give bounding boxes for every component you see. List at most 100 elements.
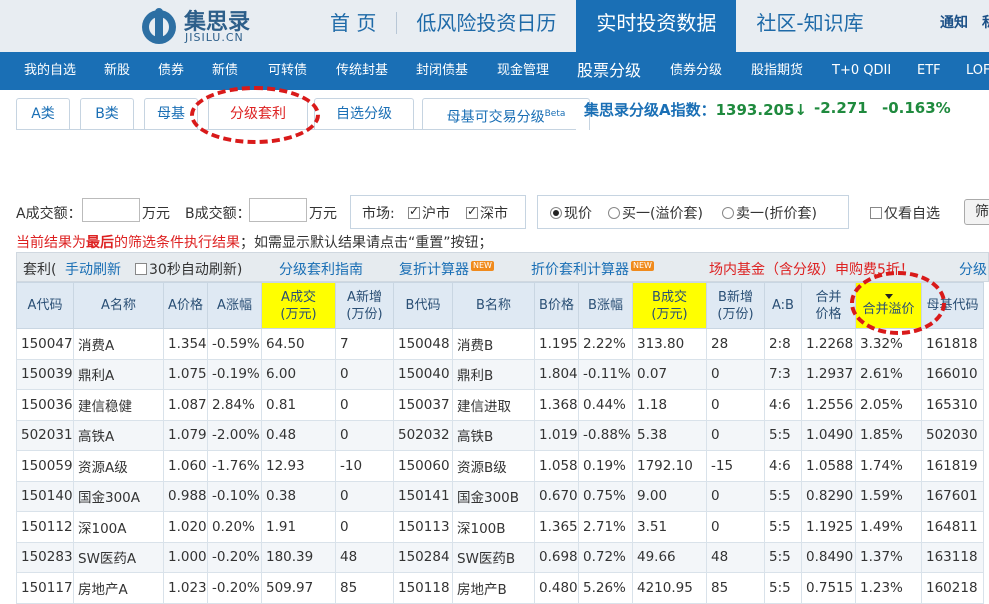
subnav-convertible[interactable]: 可转债 <box>268 52 307 90</box>
subnav-new-bonds[interactable]: 新债 <box>212 52 238 90</box>
subnav-lof[interactable]: LOF <box>966 52 989 90</box>
cell-a-code[interactable]: 150039 <box>16 358 74 390</box>
cell-b-name: SW医药B <box>452 541 535 573</box>
col-a-code[interactable]: A代码 <box>16 282 74 329</box>
cell-mother-code[interactable]: 161818 <box>921 328 984 360</box>
table-row[interactable]: 150039 鼎利A 1.075 -0.19% 6.00 0 150040 鼎利B 1.804-… <box>16 358 984 390</box>
col-a-name[interactable]: A名称 <box>73 282 164 329</box>
cell-mother-code[interactable]: 161819 <box>921 450 984 482</box>
col-a-price[interactable]: A价格 <box>163 282 208 329</box>
notice-bold: 最后 <box>86 235 114 251</box>
a-volume-input[interactable] <box>82 198 140 222</box>
col-ratio[interactable]: A:B <box>764 282 802 329</box>
cell-b-price: 0.480 <box>534 572 579 604</box>
auto-refresh-toggle[interactable]: 30秒自动刷新) <box>135 259 242 279</box>
only-favorites-checkbox[interactable]: 仅看自选 <box>870 203 940 223</box>
col-b-change[interactable]: B涨幅 <box>578 282 633 329</box>
table-row[interactable]: 502031 高铁A 1.079 -2.00% 0.48 0 502032 高铁B 1.019-… <box>16 419 984 451</box>
filter-button[interactable]: 筛 <box>964 199 989 225</box>
nav-home[interactable]: 首 页 <box>310 0 396 52</box>
cell-b-code[interactable]: 150060 <box>393 450 453 482</box>
cell-b-code[interactable]: 150048 <box>393 328 453 360</box>
subnav-favorites[interactable]: 我的自选 <box>24 52 76 90</box>
subnav-closed-fund[interactable]: 传统封基 <box>336 52 388 90</box>
subnav-futures[interactable]: 股指期货 <box>751 52 803 90</box>
cell-a-code[interactable]: 150047 <box>16 328 74 360</box>
price-sell1-radio[interactable]: 卖一(折价套) <box>722 203 817 223</box>
cell-mother-code[interactable]: 165310 <box>921 389 984 421</box>
cell-b-code[interactable]: 502032 <box>393 419 453 451</box>
manual-refresh-link[interactable]: 手动刷新 <box>65 259 121 279</box>
cell-b-code[interactable]: 150040 <box>393 358 453 390</box>
cell-mother-code[interactable]: 166010 <box>921 358 984 390</box>
cell-a-code[interactable]: 150059 <box>16 450 74 482</box>
col-b-volume[interactable]: B成交 (万元) <box>632 282 707 329</box>
col-merged-price[interactable]: 合并 价格 <box>801 282 856 329</box>
table-row[interactable]: 150047 消费A 1.354 -0.59% 64.50 7 150048 消费B 1.195… <box>16 328 984 360</box>
site-logo[interactable]: 集思录 JISILU.CN <box>140 4 270 48</box>
table-row[interactable]: 150112 深100A 1.020 0.20% 1.91 0 150113 深100B 1.3… <box>16 511 984 543</box>
b-volume-input[interactable] <box>249 198 307 222</box>
col-a-new[interactable]: A新增 (万份) <box>335 282 394 329</box>
subnav-cash[interactable]: 现金管理 <box>497 52 549 90</box>
cell-mother-code[interactable]: 163118 <box>921 541 984 573</box>
price-buy1-radio[interactable]: 买一(溢价套) <box>608 203 703 223</box>
nav-community[interactable]: 社区-知识库 <box>736 0 883 52</box>
cell-mother-code[interactable]: 502030 <box>921 419 984 451</box>
col-a-volume[interactable]: A成交 (万元) <box>261 282 336 329</box>
table-body: 150047 消费A 1.354 -0.59% 64.50 7 150048 消费B 1.195… <box>16 328 984 604</box>
cell-a-code[interactable]: 502031 <box>16 419 74 451</box>
market-sz-checkbox[interactable]: 深市 <box>466 203 508 223</box>
tab-tradeable-graded[interactable]: 母基可交易分级Beta <box>422 98 590 130</box>
cell-a-code[interactable]: 150140 <box>16 480 74 512</box>
nav-realtime-data[interactable]: 实时投资数据 <box>576 0 737 52</box>
cell-b-code[interactable]: 150141 <box>393 480 453 512</box>
tab-a-class[interactable]: A类 <box>16 98 70 130</box>
cell-a-code[interactable]: 150117 <box>16 572 74 604</box>
market-sh-checkbox[interactable]: 沪市 <box>408 203 450 223</box>
col-b-new[interactable]: B新增 (万份) <box>706 282 765 329</box>
table-row[interactable]: 150283 SW医药A 1.000 -0.20% 180.39 48 150284 SW医药… <box>16 541 984 573</box>
table-row[interactable]: 150117 房地产A 1.023 -0.20% 509.97 85 150118 房地产B 0… <box>16 572 984 604</box>
cell-b-code[interactable]: 150113 <box>393 511 453 543</box>
cell-b-price: 1.368 <box>534 389 579 421</box>
subnav-bonds[interactable]: 债券 <box>158 52 184 90</box>
cell-a-new: 0 <box>335 511 394 543</box>
arbitrage-calculator-link[interactable]: 折价套利计算器 NEW <box>531 259 654 279</box>
private-message-link[interactable]: 私 <box>982 15 989 31</box>
tab-custom-graded[interactable]: 自选分级 <box>314 98 414 130</box>
cell-b-name: 深100B <box>452 511 535 543</box>
subnav-stock-graded[interactable]: 股票分级 <box>577 52 641 90</box>
cell-a-code[interactable]: 150036 <box>16 389 74 421</box>
cell-mother-code[interactable]: 164811 <box>921 511 984 543</box>
cell-b-code[interactable]: 150118 <box>393 572 453 604</box>
cell-ratio: 2:8 <box>764 328 802 360</box>
cell-mother-code[interactable]: 160218 <box>921 572 984 604</box>
cell-a-code[interactable]: 150283 <box>16 541 74 573</box>
cell-b-code[interactable]: 150037 <box>393 389 453 421</box>
price-now-radio[interactable]: 现价 <box>550 203 592 223</box>
subnav-ipo[interactable]: 新股 <box>104 52 130 90</box>
col-a-change[interactable]: A涨幅 <box>207 282 262 329</box>
notification-link[interactable]: 通知 <box>940 15 968 31</box>
subnav-qdii[interactable]: T+0 QDII <box>832 52 891 90</box>
table-row[interactable]: 150059 资源A级 1.060 -1.76% 12.93 -10 150060 资源B级 1… <box>16 450 984 482</box>
cell-b-code[interactable]: 150284 <box>393 541 453 573</box>
price-buy1-label: 买一(溢价套) <box>622 206 703 222</box>
subnav-closed-bond-fund[interactable]: 封闭债基 <box>416 52 468 90</box>
subnav-bond-graded[interactable]: 债券分级 <box>670 52 722 90</box>
more-graded-link[interactable]: 分级 <box>959 259 987 279</box>
col-b-name[interactable]: B名称 <box>452 282 535 329</box>
col-b-code[interactable]: B代码 <box>393 282 453 329</box>
cell-mother-code[interactable]: 167601 <box>921 480 984 512</box>
nav-calendar[interactable]: 低风险投资日历 <box>396 0 576 52</box>
cell-a-code[interactable]: 150112 <box>16 511 74 543</box>
tab-b-class[interactable]: B类 <box>80 98 134 130</box>
arbitrage-guide-link[interactable]: 分级套利指南 <box>279 259 363 279</box>
subnav-etf[interactable]: ETF <box>917 52 941 90</box>
cell-a-volume: 6.00 <box>261 358 336 390</box>
table-row[interactable]: 150036 建信稳健 1.087 2.84% 0.81 0 150037 建信进取 1.368… <box>16 389 984 421</box>
table-row[interactable]: 150140 国金300A 0.988 -0.10% 0.38 0 150141 国金300B… <box>16 480 984 512</box>
discount-calculator-link[interactable]: 复折计算器 NEW <box>399 259 494 279</box>
col-b-price[interactable]: B价格 <box>534 282 579 329</box>
